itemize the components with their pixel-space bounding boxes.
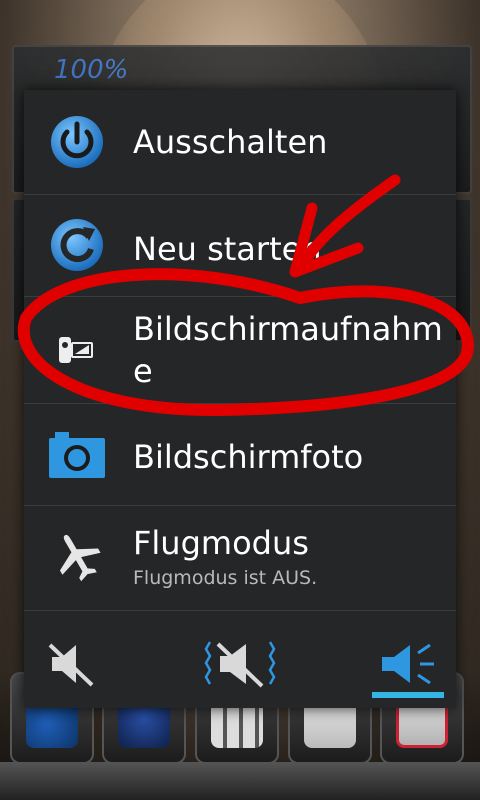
screen-record-icon: [46, 318, 108, 380]
menu-item-label: Ausschalten: [133, 123, 328, 161]
menu-item-restart[interactable]: Neu starten: [24, 194, 456, 297]
menu-item-screenshot[interactable]: Bildschirmfoto: [24, 403, 456, 506]
restart-icon: [46, 214, 108, 276]
volume-on-icon: [382, 643, 434, 685]
menu-item-label: Flugmodus: [133, 524, 309, 562]
menu-item-screen-record[interactable]: Bildschirmaufnahme: [24, 296, 456, 404]
sound-mode-silent[interactable]: [32, 629, 112, 699]
menu-item-label: Neu starten: [133, 230, 322, 268]
airplane-icon: [46, 525, 108, 587]
sound-mode-on[interactable]: [368, 629, 448, 699]
menu-item-airplane-mode[interactable]: Flugmodus Flugmodus ist AUS.: [24, 505, 456, 611]
power-icon: [46, 111, 108, 173]
selected-sound-mode-indicator: [372, 692, 444, 698]
menu-item-label: Bildschirmaufnahme: [133, 310, 443, 390]
battery-percent-text: 100%: [54, 55, 129, 85]
sound-mode-vibrate[interactable]: [200, 629, 280, 699]
vibrate-icon: [204, 641, 276, 688]
sound-mode-bar: [24, 611, 456, 708]
menu-item-sublabel: Flugmodus ist AUS.: [133, 567, 318, 589]
menu-item-label: Bildschirmfoto: [133, 438, 364, 476]
menu-item-power-off[interactable]: Ausschalten: [24, 90, 456, 195]
power-menu-dialog: Ausschalten Neu starten Bildschirmaufnah…: [24, 90, 456, 708]
volume-mute-icon: [48, 643, 94, 687]
camera-icon: [46, 423, 108, 485]
bottom-bar: [0, 762, 480, 800]
